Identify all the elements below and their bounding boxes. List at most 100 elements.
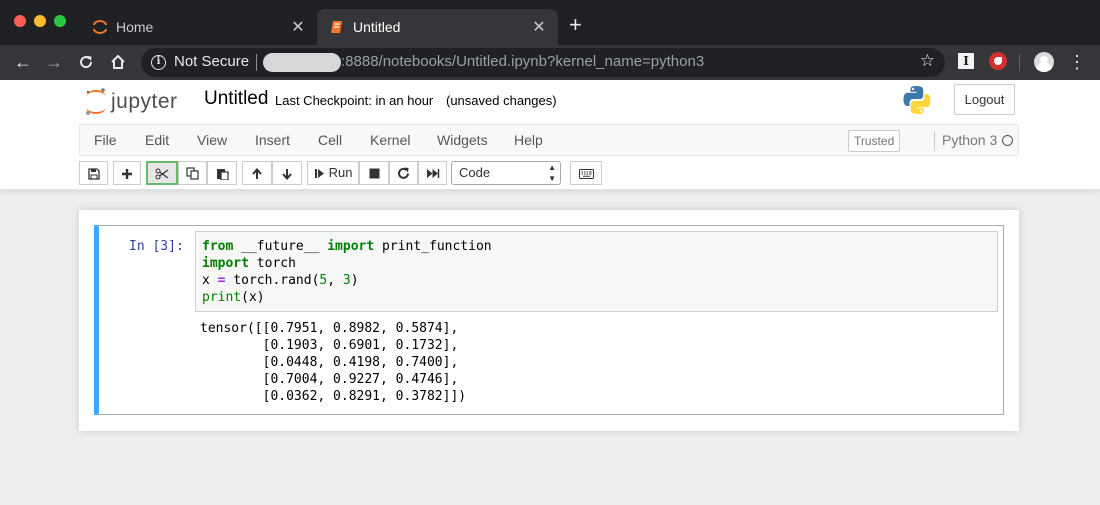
python-logo-icon bbox=[903, 86, 931, 114]
autosave-status: (unsaved changes) bbox=[446, 93, 557, 108]
trusted-badge[interactable]: Trusted bbox=[848, 130, 901, 152]
output-line: [0.7004, 0.9227, 0.4746], bbox=[200, 372, 459, 387]
browser-toolbar: ← → i Not Secure :8888/notebooks/Untitle… bbox=[0, 45, 1100, 80]
notebook-favicon-icon bbox=[331, 21, 342, 33]
paste-cells-button[interactable] bbox=[207, 161, 237, 185]
reload-icon[interactable] bbox=[75, 51, 97, 73]
code-line: import torch bbox=[202, 255, 991, 272]
run-label: Run bbox=[328, 165, 353, 180]
jupyter-logo[interactable]: jupyter bbox=[84, 86, 194, 118]
move-cell-down-button[interactable] bbox=[272, 161, 302, 185]
home-icon[interactable] bbox=[107, 51, 129, 73]
arrow-up-icon bbox=[252, 167, 262, 179]
extension-icon[interactable] bbox=[989, 52, 1007, 70]
cut-icon bbox=[155, 168, 169, 180]
code-keyword: import bbox=[327, 239, 375, 254]
code-editor[interactable]: from __future__ import print_function im… bbox=[195, 231, 998, 312]
input-prompt: In [3]: bbox=[129, 239, 184, 254]
jupyter-page: jupyter Untitled Last Checkpoint: in an … bbox=[0, 80, 1100, 505]
copy-cells-button[interactable] bbox=[178, 161, 207, 185]
command-palette-button[interactable] bbox=[570, 161, 602, 185]
divider bbox=[1019, 54, 1020, 71]
move-cell-up-button[interactable] bbox=[242, 161, 272, 185]
code-text: __future__ bbox=[233, 239, 328, 254]
menu-file[interactable]: File bbox=[94, 132, 117, 148]
menu-insert[interactable]: Insert bbox=[255, 132, 290, 148]
paste-icon bbox=[216, 169, 229, 181]
cell-type-value: Code bbox=[459, 165, 491, 180]
code-text: torch.rand( bbox=[225, 273, 320, 288]
code-text: torch bbox=[248, 256, 296, 271]
logo-text: jupyter bbox=[111, 90, 178, 113]
output-line: [0.0362, 0.8291, 0.3782]]) bbox=[200, 389, 467, 404]
tab-untitled[interactable]: Untitled ✕ bbox=[317, 9, 558, 45]
code-keyword: from bbox=[202, 239, 234, 254]
more-options-icon[interactable]: ⋮ bbox=[1068, 51, 1086, 73]
code-text: print_function bbox=[374, 239, 492, 254]
interrupt-kernel-button[interactable] bbox=[359, 161, 389, 185]
menubar-container: File Edit View Insert Cell Kernel Widget… bbox=[0, 124, 1100, 190]
step-forward-icon bbox=[315, 169, 324, 179]
divider bbox=[256, 54, 257, 71]
minimize-window-button[interactable] bbox=[34, 15, 46, 27]
tab-title: Home bbox=[116, 19, 154, 35]
close-tab-icon[interactable]: ✕ bbox=[530, 17, 548, 37]
jupyter-favicon-icon bbox=[93, 20, 107, 34]
forward-arrow-icon[interactable]: → bbox=[43, 51, 65, 73]
keyboard-icon bbox=[578, 168, 594, 179]
new-tab-icon[interactable]: + bbox=[569, 12, 582, 38]
security-status[interactable]: Not Secure bbox=[174, 53, 249, 70]
menu-edit[interactable]: Edit bbox=[145, 132, 169, 148]
maximize-window-button[interactable] bbox=[54, 15, 66, 27]
save-icon bbox=[87, 167, 100, 180]
menu-view[interactable]: View bbox=[197, 132, 227, 148]
cell-type-select[interactable]: Code ▲ ▼ bbox=[451, 161, 561, 185]
code-text: , bbox=[327, 273, 343, 288]
run-button[interactable]: Run bbox=[307, 161, 359, 185]
arrow-down-icon bbox=[282, 168, 292, 180]
output-line: [0.1903, 0.6901, 0.1732], bbox=[200, 338, 459, 353]
kernel-idle-indicator bbox=[1002, 135, 1013, 146]
redacted-host bbox=[263, 53, 341, 72]
copy-icon bbox=[186, 167, 199, 180]
restart-run-all-button[interactable] bbox=[418, 161, 447, 185]
refresh-icon bbox=[398, 167, 409, 179]
code-line: from __future__ import print_function bbox=[202, 238, 991, 255]
save-button[interactable] bbox=[79, 161, 108, 185]
output-line: tensor([[0.7951, 0.8982, 0.5874], bbox=[200, 321, 459, 336]
menu-kernel[interactable]: Kernel bbox=[370, 132, 410, 148]
menubar: File Edit View Insert Cell Kernel Widget… bbox=[79, 124, 1019, 156]
tab-home[interactable]: Home ✕ bbox=[80, 9, 317, 45]
address-bar[interactable]: i Not Secure :8888/notebooks/Untitled.ip… bbox=[141, 48, 945, 77]
close-window-button[interactable] bbox=[14, 15, 26, 27]
profile-avatar[interactable] bbox=[1034, 52, 1054, 72]
code-line: x = torch.rand(5, 3) bbox=[202, 272, 991, 289]
notebook-header: jupyter Untitled Last Checkpoint: in an … bbox=[0, 80, 1100, 124]
bookmark-star-icon[interactable]: ☆ bbox=[920, 51, 935, 71]
insert-cell-button[interactable] bbox=[113, 161, 141, 185]
code-text: x bbox=[202, 273, 218, 288]
code-text: ) bbox=[350, 273, 359, 288]
instapaper-extension-icon[interactable]: I bbox=[958, 53, 974, 69]
menu-help[interactable]: Help bbox=[514, 132, 543, 148]
stop-icon bbox=[369, 168, 379, 179]
output-line: [0.0448, 0.4198, 0.7400], bbox=[200, 355, 459, 370]
restart-kernel-button[interactable] bbox=[389, 161, 418, 185]
browser-tab-bar: Home ✕ Untitled ✕ + bbox=[0, 0, 1100, 45]
menu-widgets[interactable]: Widgets bbox=[437, 132, 488, 148]
close-tab-icon[interactable]: ✕ bbox=[289, 17, 307, 37]
select-arrows-icon: ▲ ▼ bbox=[548, 163, 556, 183]
cut-cells-button[interactable] bbox=[146, 161, 178, 185]
logout-button[interactable]: Logout bbox=[954, 84, 1015, 115]
url-text[interactable]: :8888/notebooks/Untitled.ipynb?kernel_na… bbox=[341, 53, 704, 70]
kernel-name[interactable]: Python 3 bbox=[942, 132, 997, 148]
jupyter-logo-icon bbox=[86, 88, 106, 115]
code-text: (x) bbox=[241, 290, 265, 305]
code-cell[interactable]: In [3]: from __future__ import print_fun… bbox=[94, 225, 1004, 415]
menu-cell[interactable]: Cell bbox=[318, 132, 342, 148]
code-builtin: print bbox=[202, 290, 242, 305]
notebook-title[interactable]: Untitled bbox=[204, 88, 268, 110]
info-icon[interactable]: i bbox=[151, 55, 166, 70]
notebook-container: In [3]: from __future__ import print_fun… bbox=[79, 210, 1019, 431]
back-arrow-icon[interactable]: ← bbox=[12, 51, 34, 73]
